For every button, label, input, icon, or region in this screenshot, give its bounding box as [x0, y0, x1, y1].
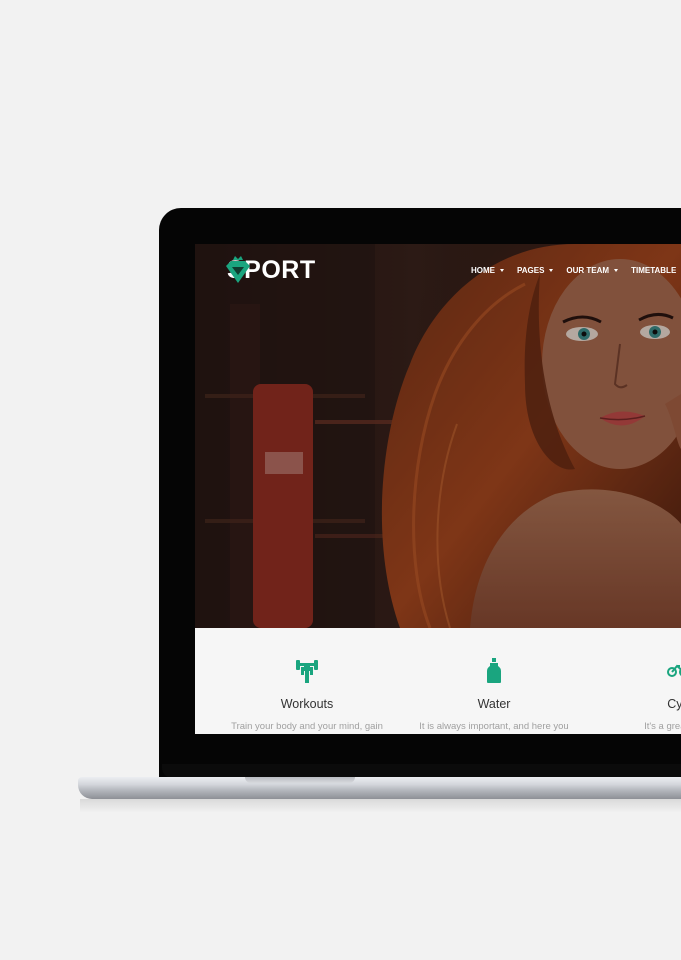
chevron-down-icon — [549, 269, 554, 272]
nav-pages-label: PAGES — [517, 266, 545, 275]
laptop-bezel-bottom — [162, 764, 681, 778]
diamond-logo-icon — [226, 256, 250, 283]
main-nav: HOME PAGES OUR TEAM TIMETABLE — [471, 266, 681, 275]
feature-cycling: Cyc It's a great sport — [578, 628, 681, 734]
laptop-screen: SPORT HOME PAGES OUR TEAM TIMETABLE Work… — [195, 244, 681, 734]
nav-pages[interactable]: PAGES — [517, 266, 554, 275]
laptop-base-notch — [245, 777, 355, 783]
feature-text: It's a great sport — [644, 721, 681, 732]
nav-home-label: HOME — [471, 266, 495, 275]
feature-title: Water — [477, 697, 511, 711]
nav-home[interactable]: HOME — [471, 266, 504, 275]
features-section: Workouts Train your body and your mind, … — [195, 628, 681, 734]
nav-our-team-label: OUR TEAM — [566, 266, 610, 275]
feature-text: It is always important, and here you — [419, 721, 569, 732]
site-logo[interactable]: SPORT — [223, 256, 316, 285]
feature-text: Train your body and your mind, gain — [231, 721, 383, 732]
page-background: SPORT HOME PAGES OUR TEAM TIMETABLE Work… — [0, 0, 681, 960]
nav-timetable[interactable]: TIMETABLE — [631, 266, 676, 275]
feature-title: Cyc — [667, 697, 681, 711]
nav-our-team[interactable]: OUR TEAM — [566, 266, 619, 275]
feature-workouts: Workouts Train your body and your mind, … — [207, 628, 407, 734]
laptop-shadow — [80, 799, 681, 813]
laptop-base — [78, 777, 681, 799]
hero-image: SPORT HOME PAGES OUR TEAM TIMETABLE — [195, 244, 681, 628]
nav-timetable-label: TIMETABLE — [631, 266, 677, 275]
hero-photo — [195, 244, 681, 628]
dumbbell-icon — [296, 660, 318, 683]
feature-title: Workouts — [280, 697, 334, 711]
feature-water: Water It is always important, and here y… — [394, 628, 594, 734]
chevron-down-icon — [614, 269, 619, 272]
water-bottle-icon — [487, 658, 501, 683]
chevron-down-icon — [500, 269, 504, 272]
bicycle-icon — [667, 664, 681, 677]
